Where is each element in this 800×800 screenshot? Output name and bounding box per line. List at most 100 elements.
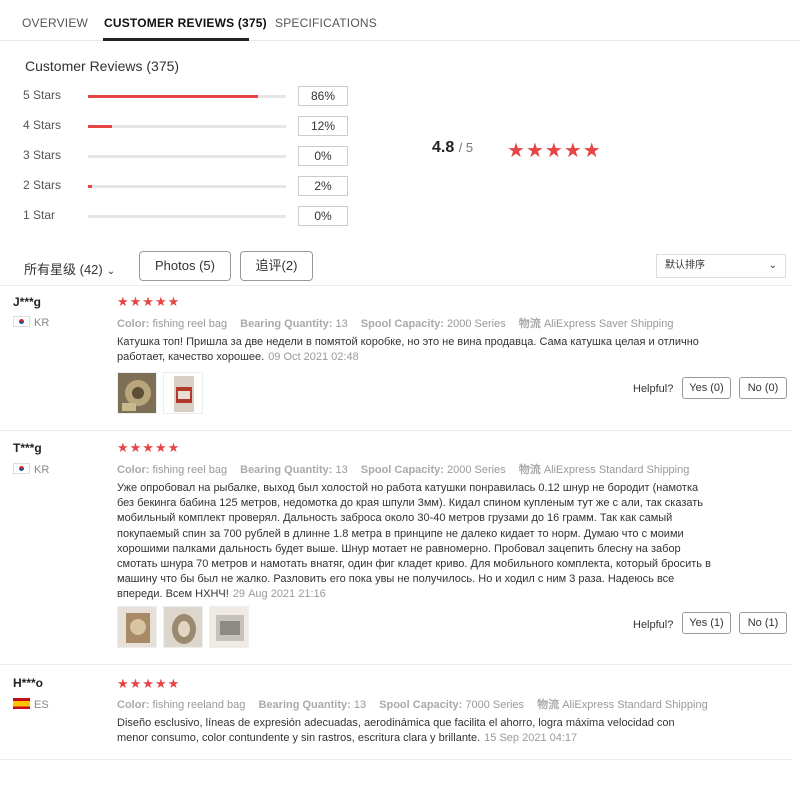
summary-title: Customer Reviews (375) <box>25 58 180 74</box>
review-text: Катушка топ! Пришла за две недели в помя… <box>117 336 699 364</box>
star-filter-label: 所有星级 (42) <box>24 262 103 277</box>
rating-row-label: 4 Stars <box>23 118 62 132</box>
reviewer-country: KR <box>13 316 49 329</box>
attr-color: fishing reel bag <box>152 318 228 330</box>
rating-row-label: 3 Stars <box>23 148 62 162</box>
attr-bearing: 13 <box>353 699 367 711</box>
review-attributes: Color: fishing reel bag Bearing Quantity… <box>117 315 673 331</box>
helpful-label: Helpful? <box>633 383 674 395</box>
flag-kr-icon <box>13 316 30 327</box>
attr-shipping: AliExpress Standard Shipping <box>562 699 708 711</box>
tab-customer-reviews[interactable]: CUSTOMER REVIEWS (375) <box>104 16 267 30</box>
review-photo[interactable] <box>117 372 157 414</box>
attr-shipping: AliExpress Standard Shipping <box>543 464 690 476</box>
helpful-label: Helpful? <box>633 619 674 631</box>
photos-filter-button[interactable]: Photos (5) <box>139 251 231 281</box>
attr-label: Bearing Quantity: <box>258 699 351 711</box>
rating-row-5[interactable]: 5 Stars 86% <box>23 86 353 106</box>
attr-label: 物流 <box>518 464 541 476</box>
reviewer-country: ES <box>13 698 49 711</box>
review-date: 09 Oct 2021 02:48 <box>268 351 359 364</box>
attr-label: Bearing Quantity: <box>240 464 333 476</box>
rating-bar <box>88 215 286 218</box>
attr-label: Color: <box>117 699 150 711</box>
review-date: 29 Aug 2021 21:16 <box>232 588 326 601</box>
overall-rating-value: 4.8 <box>432 139 455 156</box>
overall-rating-max: / 5 <box>458 140 474 155</box>
attr-bearing: 13 <box>335 318 348 330</box>
review-stars: ★★★★★ <box>117 440 181 455</box>
review-tabs: OVERVIEW CUSTOMER REVIEWS (375) SPECIFIC… <box>0 0 800 41</box>
country-code: KR <box>34 317 50 329</box>
overall-rating-stars: ★★★★★ <box>507 138 602 163</box>
rating-row-3[interactable]: 3 Stars 0% <box>23 146 353 166</box>
active-tab-indicator <box>103 38 249 41</box>
star-icon: ★ <box>563 140 582 162</box>
sort-label: 默认排序 <box>665 260 705 271</box>
attr-label: Bearing Quantity: <box>240 318 333 330</box>
review-attributes: Color: fishing reeland bag Bearing Quant… <box>117 696 708 712</box>
review-stars: ★★★★★ <box>117 294 181 309</box>
reviewer-name: H***o <box>13 676 44 690</box>
attr-spool: 7000 Series <box>465 699 525 711</box>
flag-es-icon <box>13 698 30 709</box>
helpful-yes-button[interactable]: Yes (0) <box>682 377 731 399</box>
divider <box>0 430 792 431</box>
attr-label: Spool Capacity: <box>360 464 444 476</box>
rating-bar <box>88 155 286 158</box>
rating-bar-fill <box>88 125 112 128</box>
attr-label: Color: <box>117 318 150 330</box>
rating-percent: 0% <box>298 206 348 226</box>
attr-bearing: 13 <box>335 464 348 476</box>
review-attributes: Color: fishing reel bag Bearing Quantity… <box>117 461 689 477</box>
attr-label: 物流 <box>518 318 541 330</box>
rating-bar-fill <box>88 95 259 98</box>
review-photo[interactable] <box>117 606 157 648</box>
rating-percent: 2% <box>298 176 348 196</box>
rating-row-label: 5 Stars <box>23 88 62 102</box>
helpful-no-button[interactable]: No (0) <box>739 377 787 399</box>
rating-bar <box>88 125 286 128</box>
attr-color: fishing reeland bag <box>152 699 246 711</box>
star-icon: ★ <box>525 140 544 162</box>
divider <box>0 759 792 760</box>
rating-percent: 86% <box>298 86 348 106</box>
rating-row-2[interactable]: 2 Stars 2% <box>23 176 353 196</box>
review-text-block: Уже опробовал на рыбалке, выход был холо… <box>117 481 717 603</box>
review-text: Diseño esclusivo, líneas de expresión ad… <box>117 717 675 745</box>
chevron-down-icon: ⌄ <box>768 260 777 271</box>
attr-label: 物流 <box>537 699 560 711</box>
country-code: KR <box>34 464 50 476</box>
helpful-no-button[interactable]: No (1) <box>739 612 787 634</box>
review-text-block: Катушка топ! Пришла за две недели в помя… <box>117 335 717 365</box>
flag-kr-icon <box>13 463 30 474</box>
rating-bar-fill <box>88 185 92 188</box>
helpful-yes-button[interactable]: Yes (1) <box>682 612 731 634</box>
rating-bar <box>88 185 286 188</box>
review-stars: ★★★★★ <box>117 676 181 691</box>
rating-row-label: 1 Star <box>23 208 56 222</box>
reviewer-name: J***g <box>13 295 42 309</box>
attr-spool: 2000 Series <box>446 318 506 330</box>
star-filter-dropdown[interactable]: 所有星级 (42) ⌄ <box>24 259 115 278</box>
rating-row-4[interactable]: 4 Stars 12% <box>23 116 353 136</box>
divider <box>0 285 792 286</box>
tab-overview[interactable]: OVERVIEW <box>22 16 88 30</box>
review-photo[interactable] <box>209 606 249 648</box>
attr-label: Spool Capacity: <box>379 699 463 711</box>
rating-row-1[interactable]: 1 Star 0% <box>23 206 353 226</box>
tab-specifications[interactable]: SPECIFICATIONS <box>275 16 377 30</box>
attr-color: fishing reel bag <box>152 464 228 476</box>
rating-percent: 0% <box>298 146 348 166</box>
star-icon: ★ <box>582 140 601 162</box>
rating-bar <box>88 95 286 98</box>
reviewer-name: T***g <box>13 441 42 455</box>
additional-review-filter-button[interactable]: 追评(2) <box>240 251 313 281</box>
review-text: Уже опробовал на рыбалке, выход был холо… <box>117 482 711 601</box>
rating-percent: 12% <box>298 116 348 136</box>
review-photo[interactable] <box>163 372 203 414</box>
review-photo[interactable] <box>163 606 203 648</box>
attr-spool: 2000 Series <box>446 464 506 476</box>
chevron-down-icon: ⌄ <box>106 266 116 277</box>
sort-dropdown[interactable]: 默认排序 ⌄ <box>656 254 786 278</box>
